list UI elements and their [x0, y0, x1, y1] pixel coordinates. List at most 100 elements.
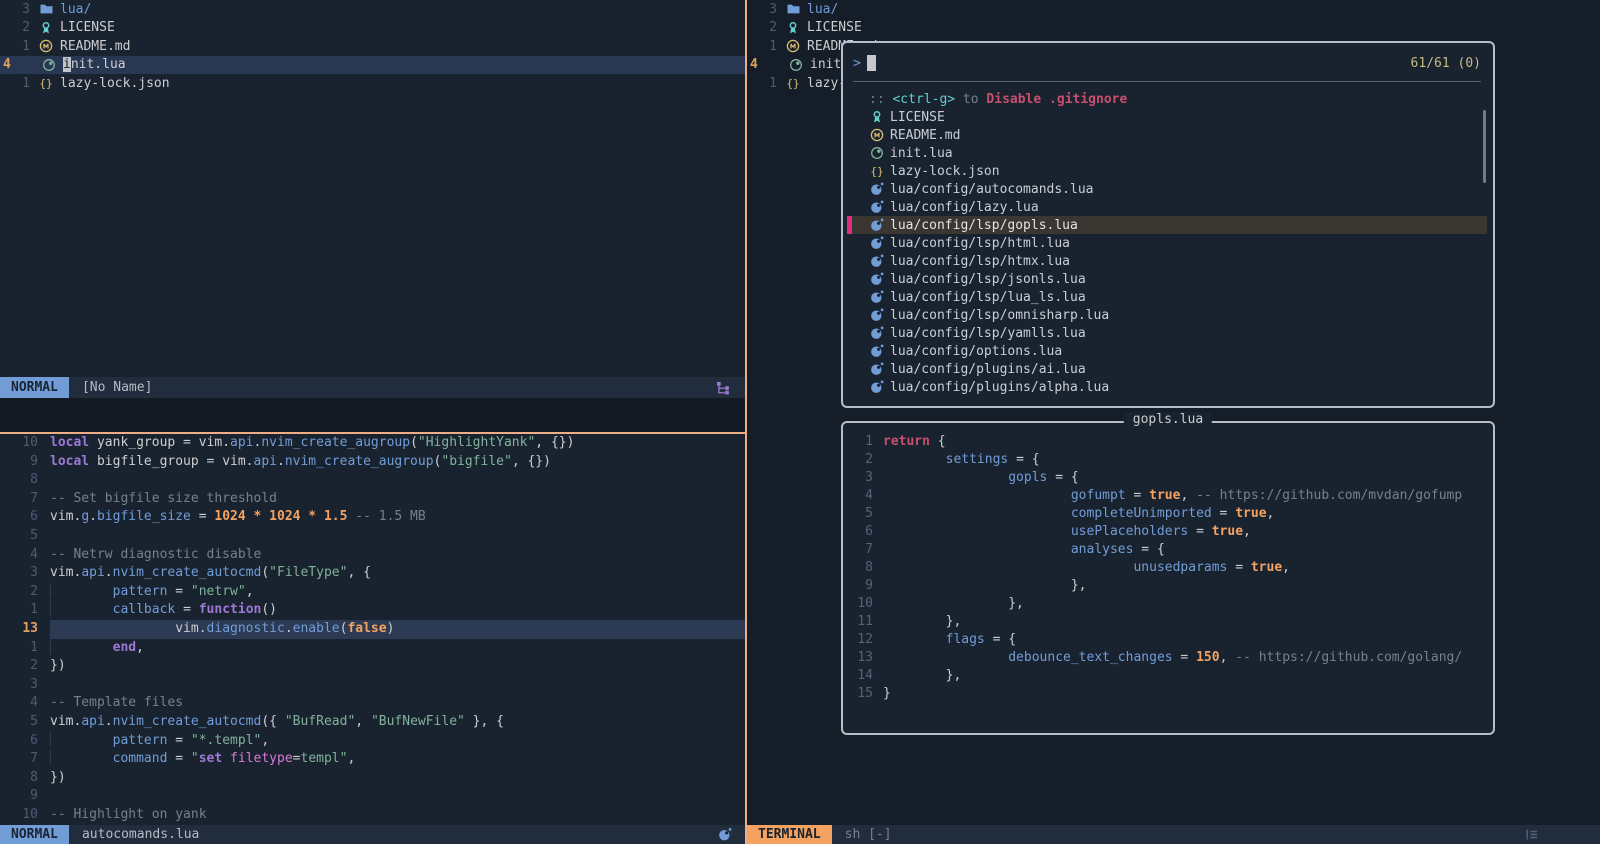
code-text: local bigfile_group = vim.api.nvim_creat…	[50, 453, 745, 472]
code-line[interactable]: 5vim.api.nvim_create_autocmd({ "BufRead"…	[0, 713, 745, 732]
code-editor-autocomands[interactable]: 10 local yank_group = vim.api.nvim_create…	[0, 434, 745, 825]
code-text	[50, 527, 745, 546]
result-item[interactable]: LICENSE	[847, 108, 1487, 126]
svg-text:{}: {}	[786, 77, 799, 90]
code-line[interactable]: 5	[0, 527, 745, 546]
code-line[interactable]: 6vim.g.bigfile_size = 1024 * 1024 * 1.5 …	[0, 508, 745, 527]
file-row[interactable]: 3 lua/	[747, 0, 1600, 19]
code-text: vim.g.bigfile_size = 1024 * 1024 * 1.5 -…	[50, 508, 745, 527]
mode-indicator: TERMINAL	[747, 825, 832, 844]
file-row[interactable]: 1README.md	[0, 37, 745, 56]
code-line[interactable]: 10-- Highlight on yank	[0, 806, 745, 825]
code-text	[50, 471, 745, 490]
result-item[interactable]: lua/config/lsp/yamlls.lua	[847, 324, 1487, 342]
preview-line: 3 gopls = {	[843, 469, 1493, 487]
result-item[interactable]: lua/config/lsp/htmx.lua	[847, 252, 1487, 270]
result-item[interactable]: lua/config/lsp/omnisharp.lua	[847, 306, 1487, 324]
code-text: vim.api.nvim_create_autocmd({ "BufRead",…	[50, 713, 745, 732]
lua-icon	[869, 200, 885, 215]
line-number: 3	[747, 2, 777, 17]
code-line[interactable]: 2▏ pattern = "netrw",	[0, 583, 745, 602]
preview-line: 14 },	[843, 667, 1493, 685]
line-number: 1	[0, 39, 30, 54]
results-scrollbar[interactable]	[1483, 110, 1486, 183]
prompt-separator	[853, 81, 1481, 82]
code-line[interactable]: 7▏ command = "set filetype=templ",	[0, 750, 745, 769]
file-explorer-left: 3lua/2LICENSE1README.md4init.lua1{}lazy-…	[0, 0, 745, 377]
line-number: 10	[0, 806, 38, 825]
code-line[interactable]: 9 local bigfile_group = vim.api.nvim_crea…	[0, 453, 745, 472]
result-item[interactable]: lua/config/lazy.lua	[847, 198, 1487, 216]
code-line[interactable]: 7-- Set bigfile size threshold	[0, 490, 745, 509]
code-line[interactable]: 1▏ end,	[0, 639, 745, 658]
file-name: lazy-lock.json	[60, 76, 170, 91]
line-number: 13	[0, 620, 38, 639]
file-name: lua/	[807, 2, 838, 17]
result-item[interactable]: lua/config/options.lua	[847, 342, 1487, 360]
result-item[interactable]: init.lua	[847, 144, 1487, 162]
line-number: 7	[0, 750, 38, 769]
code-text	[50, 787, 745, 806]
line-number: 2	[747, 20, 777, 35]
line-number: 4	[0, 546, 38, 565]
code-line[interactable]: 4-- Netrw diagnostic disable	[0, 546, 745, 565]
result-item[interactable]: lua/config/lsp/gopls.lua	[847, 216, 1487, 234]
block-cursor: i	[63, 57, 71, 72]
result-item[interactable]: lua/config/lsp/jsonls.lua	[847, 270, 1487, 288]
line-number: 5	[0, 527, 38, 546]
code-line[interactable]: 8	[0, 471, 745, 490]
lua-icon	[869, 326, 885, 341]
result-item[interactable]: lua/config/lsp/lua_ls.lua	[847, 288, 1487, 306]
line-number: 7	[0, 490, 38, 509]
code-line[interactable]: 10local yank_group = vim.api.nvim_create…	[0, 434, 745, 453]
code-text: vim.api.nvim_create_autocmd("FileType", …	[50, 564, 745, 583]
code-line[interactable]: 2})	[0, 657, 745, 676]
result-file-name: lua/config/lsp/yamlls.lua	[890, 326, 1086, 341]
statusline-explorer: NORMAL [No Name]	[0, 377, 745, 398]
code-line[interactable]: 8})	[0, 769, 745, 788]
preview-code: 1return {2 settings = {3 gopls = {4 gofu…	[843, 433, 1493, 703]
line-number: 10	[853, 595, 873, 613]
preview-line: 12 flags = {	[843, 631, 1493, 649]
folder-icon	[38, 2, 54, 17]
code-line[interactable]: 3	[0, 676, 745, 695]
mode-indicator: NORMAL	[0, 825, 69, 844]
file-row[interactable]: 2LICENSE	[0, 19, 745, 38]
result-item[interactable]: {}lazy-lock.json	[847, 162, 1487, 180]
fzf-prompt-row[interactable]: > 61/61 (0)	[853, 54, 1481, 72]
code-text	[50, 676, 745, 695]
code-text: local yank_group = vim.api.nvim_create_a…	[50, 434, 745, 453]
code-line[interactable]: 4-- Template files	[0, 694, 745, 713]
result-item[interactable]: lua/config/autocomands.lua	[847, 180, 1487, 198]
code-line[interactable]: 13 vim.diagnostic.enable(false)	[0, 620, 745, 639]
result-file-name: README.md	[890, 128, 960, 143]
line-number: 9	[0, 787, 38, 806]
result-file-name: init.lua	[890, 146, 953, 161]
code-line[interactable]: 3vim.api.nvim_create_autocmd("FileType",…	[0, 564, 745, 583]
lua-ring-icon	[41, 57, 57, 72]
file-row[interactable]: 2LICENSE	[747, 19, 1600, 38]
code-text: },	[883, 595, 1493, 613]
result-item[interactable]: README.md	[847, 126, 1487, 144]
info-segment: Disable .gitignore	[986, 92, 1127, 107]
code-line[interactable]: 1▏ callback = function()	[0, 601, 745, 620]
result-item[interactable]: lua/config/lsp/html.lua	[847, 234, 1487, 252]
result-item[interactable]: lua/config/plugins/alpha.lua	[847, 378, 1487, 396]
markdown-icon	[38, 39, 54, 54]
line-number: 7	[853, 541, 873, 559]
file-row[interactable]: 3lua/	[0, 0, 745, 19]
fzf-info-line: :: <ctrl-g> to Disable .gitignore	[869, 90, 1127, 108]
file-row[interactable]: 4init.lua	[0, 56, 745, 75]
code-text: return {	[883, 433, 1493, 451]
line-number: 2	[853, 451, 873, 469]
code-line[interactable]: 6▏ pattern = "*.templ",	[0, 732, 745, 751]
line-number: 9	[0, 453, 38, 472]
license-icon	[38, 20, 54, 35]
result-item[interactable]: lua/config/plugins/ai.lua	[847, 360, 1487, 378]
result-file-name: lua/config/lsp/omnisharp.lua	[890, 308, 1109, 323]
result-file-name: lua/config/lsp/html.lua	[890, 236, 1070, 251]
file-row[interactable]: 1{}lazy-lock.json	[0, 74, 745, 93]
code-line[interactable]: 9	[0, 787, 745, 806]
prompt-icon: >	[853, 56, 861, 71]
preview-line: 11 },	[843, 613, 1493, 631]
